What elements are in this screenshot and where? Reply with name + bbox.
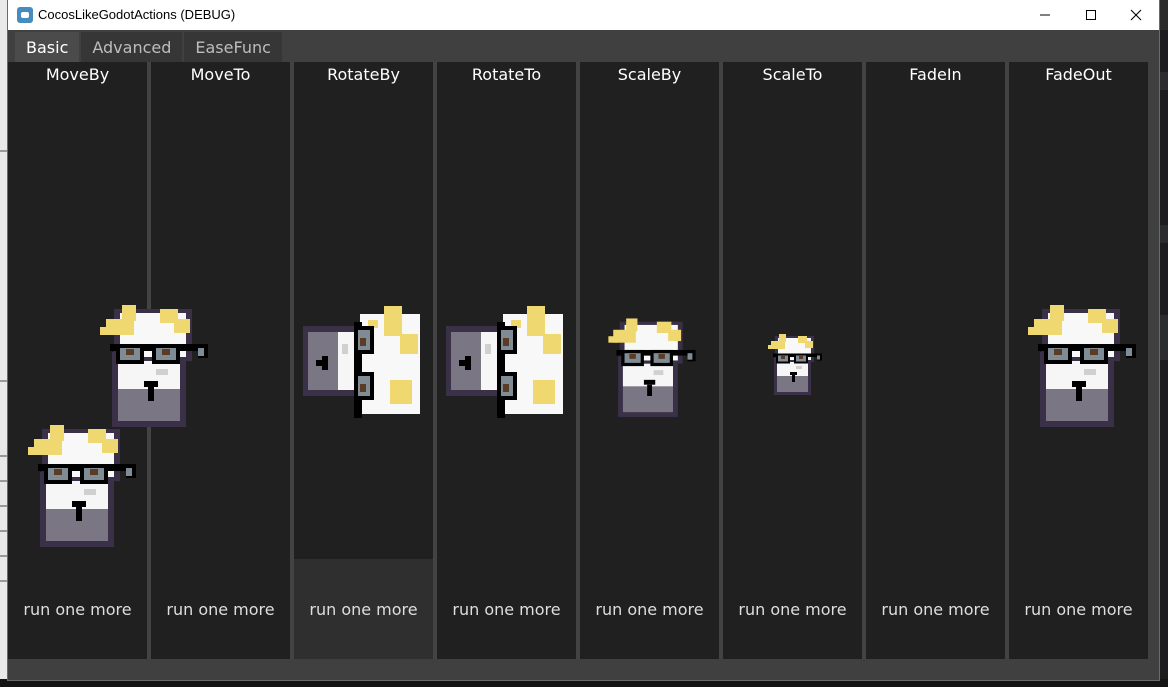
character-sprite-rotateto [446,306,563,418]
run-one-more-button[interactable]: run one more [1009,559,1148,659]
desktop-background-left [0,0,8,687]
character-sprite-fadeout [1028,305,1136,427]
close-button[interactable] [1113,0,1159,30]
column-title: FadeIn [909,65,962,84]
column-title: FadeOut [1045,65,1112,84]
window-bottom-strip [8,659,1148,680]
tab-content-basic: MoveBy run one more MoveTo run one more … [8,62,1148,659]
column-title: RotateBy [327,65,400,84]
run-one-more-button[interactable]: run one more [866,559,1005,659]
maximize-icon [1086,10,1096,20]
title-bar[interactable]: CocosLikeGodotActions (DEBUG) [8,0,1159,30]
tab-advanced[interactable]: Advanced [81,32,183,62]
column-title: ScaleTo [762,65,823,84]
minimize-icon [1040,14,1050,16]
run-one-more-button[interactable]: run one more [580,559,719,659]
tab-easefunc[interactable]: EaseFunc [184,32,282,62]
character-sprite-moveby-secondary [28,425,136,547]
close-icon [1130,9,1142,21]
column-title: RotateTo [471,65,542,84]
run-one-more-button[interactable]: run one more [294,559,433,659]
character-sprite-scaleby [608,318,696,417]
maximize-button[interactable] [1068,0,1114,30]
column-title: MoveTo [190,65,251,84]
column-fadein: FadeIn run one more [866,62,1005,659]
minimize-button[interactable] [1022,0,1068,30]
column-title: MoveBy [45,65,110,84]
run-one-more-button[interactable]: run one more [8,559,147,659]
run-one-more-button[interactable]: run one more [151,559,290,659]
desktop-background-right [1158,30,1168,687]
run-one-more-button[interactable]: run one more [723,559,862,659]
godot-app-icon [17,7,33,23]
tab-bar: Basic Advanced EaseFunc [15,32,284,62]
tab-basic[interactable]: Basic [15,32,80,62]
column-title: ScaleBy [617,65,682,84]
window-title: CocosLikeGodotActions (DEBUG) [38,7,236,22]
character-sprite-rotateby [303,306,420,418]
character-sprite-scaleto [768,334,822,395]
desktop-background-bottom [0,679,1168,687]
app-window: CocosLikeGodotActions (DEBUG) Basic Adva… [8,0,1159,680]
run-one-more-button[interactable]: run one more [437,559,576,659]
character-sprite-moveby-primary [100,305,208,427]
